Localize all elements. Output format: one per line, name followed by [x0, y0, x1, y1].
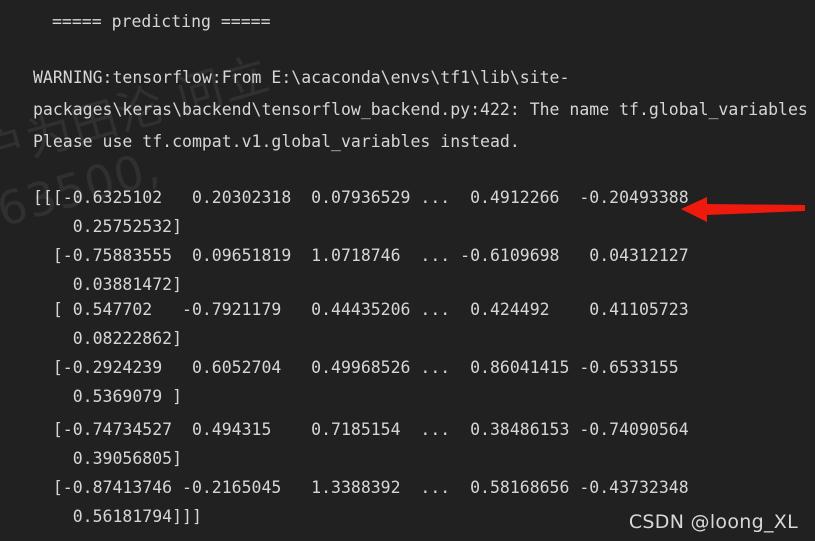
- array-output-line-8: 0.5369079 ]: [33, 387, 183, 406]
- array-output-line-10: 0.39056805]: [33, 449, 183, 468]
- array-output-line-11: [-0.87413746 -0.2165045 1.3388392 ... 0.…: [33, 478, 689, 497]
- array-output-line-6: 0.08222862]: [33, 329, 183, 348]
- terminal-window: 户为田沦 问立 63500, ===== predicting ===== WA…: [0, 0, 815, 541]
- console-header-line: ===== predicting =====: [52, 12, 271, 31]
- array-output-line-9: [-0.74734527 0.494315 0.7185154 ... 0.38…: [33, 420, 689, 439]
- console-warning-line-1: WARNING:tensorflow:From E:\acaconda\envs…: [33, 68, 570, 87]
- console-output: ===== predicting ===== WARNING:tensorflo…: [0, 0, 815, 541]
- array-output-line-4: 0.03881472]: [33, 275, 183, 294]
- array-output-line-3: [-0.75883555 0.09651819 1.0718746 ... -0…: [33, 246, 689, 265]
- array-output-line-12: 0.56181794]]]: [33, 507, 202, 526]
- console-warning-line-3: Please use tf.compat.v1.global_variables…: [33, 132, 520, 151]
- array-output-line-1: [[[-0.6325102 0.20302318 0.07936529 ... …: [33, 188, 689, 207]
- console-warning-line-2: packages\keras\backend\tensorflow_backen…: [33, 100, 815, 119]
- csdn-watermark: CSDN @loong_XL: [628, 511, 798, 533]
- array-output-line-5: [ 0.547702 -0.7921179 0.44435206 ... 0.4…: [33, 300, 689, 319]
- array-output-line-7: [-0.2924239 0.6052704 0.49968526 ... 0.8…: [33, 358, 679, 377]
- array-output-line-2: 0.25752532]: [33, 217, 183, 236]
